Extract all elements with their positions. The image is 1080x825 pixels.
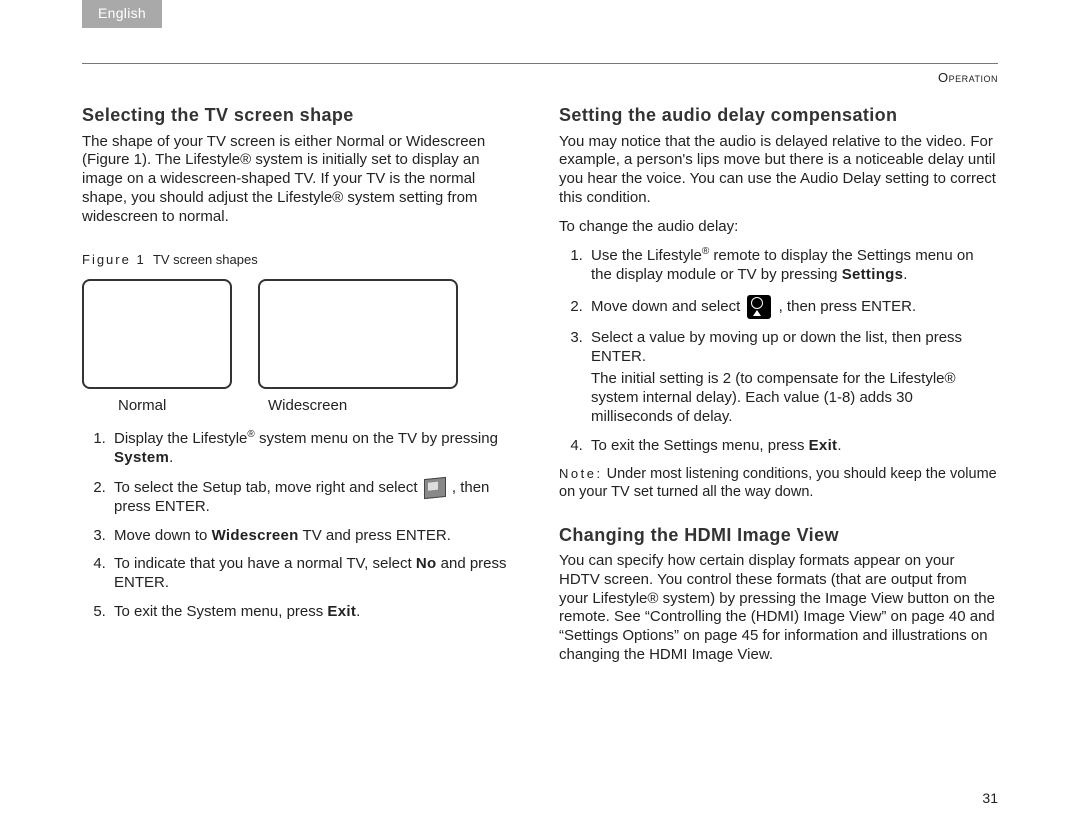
t: Move down and select — [591, 298, 744, 315]
step-5: To exit the System menu, press Exit. — [110, 603, 521, 622]
t: . — [356, 603, 360, 620]
step-1: Use the Lifestyle® remote to display the… — [587, 246, 998, 285]
label-widescreen: Widescreen — [258, 397, 458, 416]
page-body: Selecting the TV screen shape The shape … — [82, 104, 998, 675]
tv-shape-steps: Display the Lifestyle® system menu on th… — [82, 429, 521, 621]
intro-audio-delay: You may notice that the audio is delayed… — [559, 133, 998, 208]
step-4: To indicate that you have a normal TV, s… — [110, 555, 521, 593]
t: To indicate that you have a normal TV, s… — [114, 555, 416, 572]
label-normal: Normal — [82, 397, 232, 416]
t: To exit the Settings menu, press — [591, 437, 809, 454]
note: Note: Under most listening conditions, y… — [559, 465, 998, 501]
setup-icon — [424, 477, 446, 499]
step-3: Select a value by moving up or down the … — [587, 329, 998, 427]
step-2: To select the Setup tab, move right and … — [110, 478, 521, 517]
note-label: Note: — [559, 466, 603, 481]
step-3: Move down to Widescreen TV and press ENT… — [110, 527, 521, 546]
divider — [82, 63, 998, 64]
shape-normal-box — [82, 279, 232, 389]
audio-delay-steps: Use the Lifestyle® remote to display the… — [559, 246, 998, 455]
figure-shape-labels: Normal Widescreen — [82, 397, 521, 416]
t: Use the Lifestyle — [591, 247, 702, 264]
widescreen-label: Widescreen — [212, 527, 299, 544]
page-number: 31 — [982, 790, 998, 808]
system-label: System — [114, 449, 169, 466]
step-2: Move down and select , then press ENTER. — [587, 295, 998, 319]
figure-label: Figure 1 — [82, 252, 146, 267]
step-3-sub: The initial setting is 2 (to compensate … — [591, 370, 998, 426]
t: . — [169, 449, 173, 466]
t: To exit the System menu, press — [114, 603, 327, 620]
right-column: Setting the audio delay compensation You… — [559, 104, 998, 675]
t: Select a value by moving up or down the … — [591, 329, 962, 365]
t: . — [903, 266, 907, 283]
note-text: Under most listening conditions, you sho… — [559, 466, 997, 500]
section-header: Operation — [938, 70, 998, 86]
intro-tv-shape: The shape of your TV screen is either No… — [82, 133, 521, 227]
t: Display the Lifestyle — [114, 430, 247, 447]
t: To select the Setup tab, move right and … — [114, 479, 422, 496]
language-tab: English — [82, 0, 162, 28]
heading-audio-delay: Setting the audio delay compensation — [559, 104, 998, 127]
t: . — [837, 437, 841, 454]
left-column: Selecting the TV screen shape The shape … — [82, 104, 521, 675]
figure-caption: Figure 1 TV screen shapes — [82, 252, 521, 268]
para-hdmi: You can specify how certain display form… — [559, 552, 998, 665]
no-label: No — [416, 555, 437, 572]
figure-shapes — [82, 279, 521, 389]
shape-widescreen-box — [258, 279, 458, 389]
t: TV and press ENTER. — [299, 527, 451, 544]
figure-text: TV screen shapes — [153, 252, 258, 267]
lead-audio-delay: To change the audio delay: — [559, 218, 998, 237]
heading-tv-shape: Selecting the TV screen shape — [82, 104, 521, 127]
settings-label: Settings — [842, 266, 904, 283]
clock-audio-icon — [747, 295, 771, 319]
heading-hdmi: Changing the HDMI Image View — [559, 524, 998, 547]
exit-label: Exit — [327, 603, 356, 620]
reg-mark: ® — [247, 429, 254, 440]
t: system menu on the TV by pressing — [255, 430, 498, 447]
exit-label: Exit — [809, 437, 838, 454]
t: , then press ENTER. — [779, 298, 917, 315]
step-4: To exit the Settings menu, press Exit. — [587, 437, 998, 456]
t: Move down to — [114, 527, 212, 544]
step-1: Display the Lifestyle® system menu on th… — [110, 429, 521, 468]
